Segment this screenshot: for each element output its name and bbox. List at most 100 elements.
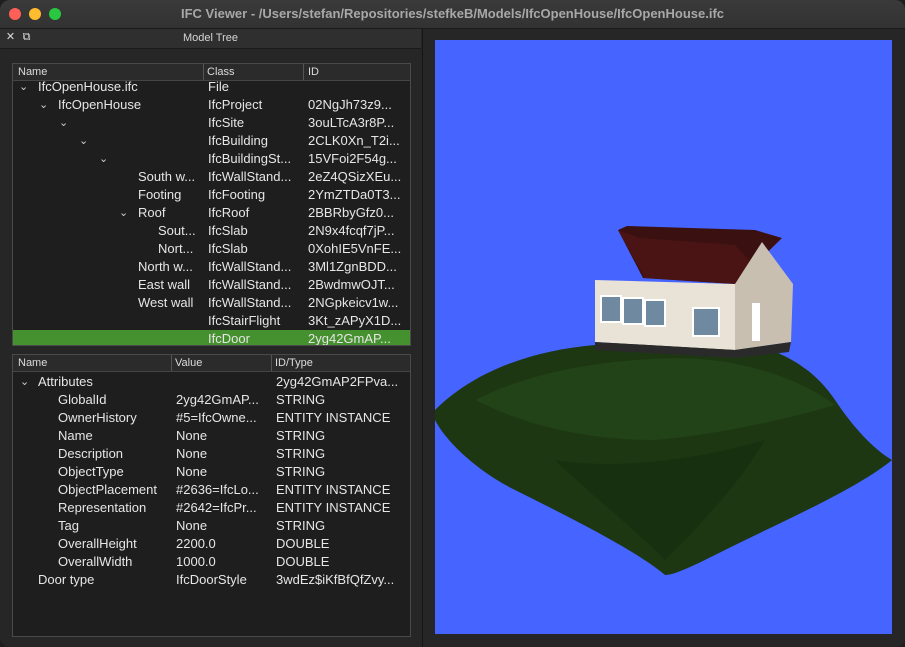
tree-cell-name: Nort... — [158, 241, 194, 256]
tree-row-selected[interactable]: IfcDoor 2yg42GmAP... — [13, 330, 410, 345]
3d-viewport[interactable] — [435, 40, 892, 634]
props-row[interactable]: Description None STRING — [13, 445, 410, 463]
tree-cell-id: 3ouLTcA3r8P... — [308, 115, 395, 130]
prop-value: #5=IfcOwne... — [176, 410, 257, 425]
tree-cell-id: 2CLK0Xn_T2i... — [308, 133, 400, 148]
tree-cell-class: IfcWallStand... — [208, 169, 292, 184]
tree-cell-id: 3Kt_zAPyX1D... — [308, 313, 402, 328]
prop-type: STRING — [276, 392, 326, 407]
prop-name: ObjectPlacement — [58, 482, 157, 497]
tree-cell-id: 2YmZTDa0T3... — [308, 187, 401, 202]
tree-cell-name: Roof — [138, 205, 166, 220]
tree-row[interactable]: ⌄ Roof IfcRoof 2BBRbyGfz0... — [13, 204, 410, 222]
dock-title: Model Tree — [182, 32, 239, 44]
expand-arrow-icon[interactable]: ⌄ — [99, 150, 111, 168]
title-bar: IFC Viewer - /Users/stefan/Repositories/… — [0, 0, 905, 29]
tree-row[interactable]: IfcStairFlight 3Kt_zAPyX1D... — [13, 312, 410, 330]
tree-header-name[interactable]: Name — [18, 66, 47, 78]
tree-row[interactable]: South w... IfcWallStand... 2eZ4QSizXEu... — [13, 168, 410, 186]
props-row[interactable]: ⌄ Attributes 2yg42GmAP2FPva... — [13, 373, 410, 391]
prop-name: GlobalId — [58, 392, 107, 407]
props-header-name[interactable]: Name — [18, 357, 47, 369]
tree-cell-id: 02NgJh73z9... — [308, 97, 392, 112]
expand-arrow-icon[interactable]: ⌄ — [39, 96, 51, 114]
tree-cell-class: IfcSite — [208, 115, 245, 130]
tree-row[interactable]: ⌄ IfcOpenHouse.ifc File — [13, 78, 410, 96]
prop-value: 2200.0 — [176, 536, 216, 551]
prop-value: None — [176, 518, 208, 533]
tree-row[interactable]: ⌄ IfcBuildingSt... 15VFoi2F54g... — [13, 150, 410, 168]
prop-name: OwnerHistory — [58, 410, 137, 425]
properties-table[interactable]: Name Value ID/Type ⌄ Attributes 2yg42GmAP2… — [12, 354, 411, 637]
tree-cell-class: IfcProject — [208, 97, 263, 112]
tree-cell-id: 15VFoi2F54g... — [308, 151, 397, 166]
tree-cell-name: IfcOpenHouse.ifc — [38, 79, 138, 94]
prop-name: ObjectType — [58, 464, 124, 479]
tree-cell-class: IfcWallStand... — [208, 277, 292, 292]
prop-type: ENTITY INSTANCE — [276, 410, 391, 425]
tree-cell-class: IfcSlab — [208, 223, 248, 238]
prop-type: 3wdEz$iKfBfQfZvy... — [276, 572, 395, 587]
expand-arrow-icon[interactable]: ⌄ — [59, 114, 71, 132]
props-row[interactable]: Representation #2642=IfcPr... ENTITY INSTA… — [13, 499, 410, 517]
prop-name: OverallHeight — [58, 536, 137, 551]
props-row[interactable]: OwnerHistory #5=IfcOwne... ENTITY INSTANCE — [13, 409, 410, 427]
tree-cell-class: IfcWallStand... — [208, 259, 292, 274]
prop-type: STRING — [276, 518, 326, 533]
props-row[interactable]: Name None STRING — [13, 427, 410, 445]
prop-type: DOUBLE — [276, 554, 330, 569]
tree-cell-class: IfcBuildingSt... — [208, 151, 292, 166]
tree-row[interactable]: Footing IfcFooting 2YmZTDa0T3... — [13, 186, 410, 204]
prop-type: ENTITY INSTANCE — [276, 500, 391, 515]
tree-row[interactable]: North w... IfcWallStand... 3Ml1ZgnBDD... — [13, 258, 410, 276]
tree-row[interactable]: East wall IfcWallStand... 2BwdmwOJT... — [13, 276, 410, 294]
tree-cell-name: West wall — [138, 295, 194, 310]
prop-name: Door type — [38, 572, 95, 587]
expand-arrow-icon[interactable]: ⌄ — [119, 204, 131, 222]
tree-cell-name: IfcOpenHouse — [58, 97, 142, 112]
tree-cell-name: Sout... — [158, 223, 196, 238]
prop-type: 2yg42GmAP2FPva... — [276, 374, 399, 389]
tree-row[interactable]: West wall IfcWallStand... 2NGpkeicv1w... — [13, 294, 410, 312]
props-row[interactable]: OverallWidth 1000.0 DOUBLE — [13, 553, 410, 571]
tree-cell-class: File — [208, 79, 229, 94]
tree-header-class[interactable]: Class — [207, 66, 235, 78]
props-row[interactable]: Door type IfcDoorStyle 3wdEz$iKfBfQfZvy... — [13, 571, 410, 589]
app-window: IFC Viewer - /Users/stefan/Repositories/… — [0, 0, 905, 647]
props-header: Name Value ID/Type — [13, 355, 410, 372]
expand-arrow-icon[interactable]: ⌄ — [20, 373, 32, 391]
prop-type: DOUBLE — [276, 536, 330, 551]
tree-row[interactable]: ⌄ IfcOpenHouse IfcProject 02NgJh73z9... — [13, 96, 410, 114]
props-header-type[interactable]: ID/Type — [275, 357, 313, 369]
prop-value: None — [176, 464, 208, 479]
prop-type: STRING — [276, 428, 326, 443]
window-title: IFC Viewer - /Users/stefan/Repositories/… — [180, 6, 725, 21]
props-header-value[interactable]: Value — [175, 357, 202, 369]
house-scene — [435, 226, 892, 575]
prop-value: None — [176, 428, 208, 443]
props-row[interactable]: ObjectPlacement #2636=IfcLo... ENTITY INST… — [13, 481, 410, 499]
prop-value: IfcDoorStyle — [176, 572, 247, 587]
prop-name: Name — [58, 428, 93, 443]
props-row[interactable]: OverallHeight 2200.0 DOUBLE — [13, 535, 410, 553]
window-3 — [644, 299, 666, 327]
tree-row[interactable]: ⌄ IfcBuilding 2CLK0Xn_T2i... — [13, 132, 410, 150]
prop-value: #2642=IfcPr... — [176, 500, 257, 515]
expand-arrow-icon[interactable]: ⌄ — [19, 78, 31, 96]
prop-value: 2yg42GmAP... — [176, 392, 259, 407]
prop-name: Representation — [58, 500, 147, 515]
tree-row[interactable]: ⌄ IfcSite 3ouLTcA3r8P... — [13, 114, 410, 132]
model-tree[interactable]: Name Class ID ⌄ IfcOpenHouse.ifc File ⌄ IfcO… — [12, 63, 411, 346]
prop-type: ENTITY INSTANCE — [276, 482, 391, 497]
props-row[interactable]: Tag None STRING — [13, 517, 410, 535]
props-row[interactable]: GlobalId 2yg42GmAP... STRING — [13, 391, 410, 409]
expand-arrow-icon[interactable]: ⌄ — [79, 132, 91, 150]
tree-row[interactable]: Nort... IfcSlab 0XohIE5VnFE... — [13, 240, 410, 258]
tree-header-id[interactable]: ID — [308, 66, 319, 78]
tree-row[interactable]: Sout... IfcSlab 2N9x4fcqf7jP... — [13, 222, 410, 240]
prop-value: 1000.0 — [176, 554, 216, 569]
prop-name: Attributes — [38, 374, 93, 389]
tree-cell-id: 2BwdmwOJT... — [308, 277, 395, 292]
props-row[interactable]: ObjectType None STRING — [13, 463, 410, 481]
tree-cell-class: IfcFooting — [208, 187, 266, 202]
